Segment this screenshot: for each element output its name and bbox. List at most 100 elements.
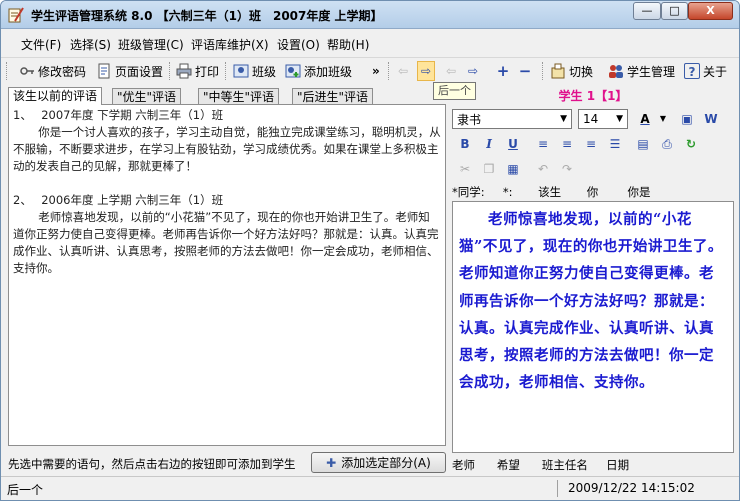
change-password-label: 修改密码	[38, 64, 87, 79]
chevron-down-icon: ▼	[616, 114, 623, 124]
close-button[interactable]: X	[688, 2, 733, 20]
toolbar-grip[interactable]	[6, 62, 9, 80]
tab-excellent-student[interactable]: "优生"评语	[112, 88, 182, 105]
comment-tabs: 该生以前的评语 "优生"评语 "中等生"评语 "后进生"评语	[8, 87, 448, 105]
toolbar-separator	[225, 62, 228, 80]
status-bar: 后一个 2009/12/22 14:15:02	[1, 476, 739, 500]
print-label: 打印	[195, 64, 220, 79]
maximize-button[interactable]: □	[661, 2, 688, 20]
selection-hint: 先选中需要的语句，然后点击右边的按钮即可添加到学生	[8, 457, 296, 471]
font-name-select[interactable]: 隶书 ▼	[452, 109, 572, 129]
font-name-value: 隶书	[457, 112, 482, 127]
previous-student-button[interactable]: ⇦	[443, 61, 462, 81]
next-button[interactable]: ⇨	[417, 61, 435, 81]
menu-select[interactable]: 选择(S)	[70, 36, 111, 53]
comment-entry-text[interactable]: 老师惊喜地发现，以前的“小花猫”不见了，现在的你也开始讲卫生了。老师知道你正努力…	[13, 209, 441, 277]
word-export-icon[interactable]: W	[700, 109, 722, 129]
align-center-icon[interactable]: ≡	[556, 134, 578, 154]
font-color-button[interactable]: A	[634, 109, 656, 129]
class-label: 班级	[252, 64, 277, 79]
key-icon	[19, 63, 35, 79]
previous-button[interactable]: ⇦	[395, 61, 414, 81]
status-message: 后一个	[7, 483, 44, 497]
chevron-down-icon: ▼	[560, 114, 567, 124]
about-label: 关于	[703, 64, 728, 79]
bold-button[interactable]: B	[454, 134, 476, 154]
undo-icon[interactable]: ↶	[532, 159, 554, 179]
arrow-left-icon: ⇦	[397, 64, 409, 78]
tab-average-student[interactable]: "中等生"评语	[198, 88, 280, 105]
help-icon: ?	[684, 63, 700, 79]
comment-editor[interactable]: 老师惊喜地发现，以前的“小花猫”不见了，现在的你也开始讲卫生了。老师知道你正努力…	[452, 201, 734, 453]
comment-entry-text[interactable]: 你是一个讨人喜欢的孩子，学习主动自觉，能独立完成课堂练习，聪明机灵，从不服输，不…	[13, 124, 441, 175]
tab-previous-comments[interactable]: 该生以前的评语	[8, 87, 103, 105]
student-management-label: 学生管理	[627, 64, 676, 79]
class-icon	[233, 63, 249, 79]
italic-button[interactable]: I	[478, 134, 500, 154]
align-right-icon[interactable]: ≡	[580, 134, 602, 154]
paste-icon[interactable]: ▦	[502, 159, 524, 179]
toolbar-overflow-button[interactable]: »	[372, 61, 380, 81]
toolbar-separator	[542, 62, 545, 80]
student-management-button[interactable]: 学生管理	[608, 61, 675, 81]
format-toolbar: B I U ≡ ≡ ≡ ☰ ▤ ⎙ ↻	[452, 132, 734, 156]
minus-icon: −	[518, 62, 532, 80]
picture-icon[interactable]: ▣	[676, 109, 698, 129]
title-bar: 学生评语管理系统 8.0 【六制三年（1）班 2007年度 上学期】 — □ X	[1, 1, 739, 29]
font-toolbar: 隶书 ▼ 14 ▼ A ▼ ▣ W	[452, 107, 734, 131]
chevron-down-icon[interactable]: ▼	[658, 109, 668, 129]
font-size-value: 14	[583, 112, 599, 126]
toolbar-grip[interactable]	[388, 62, 391, 80]
add-class-icon	[285, 63, 301, 79]
add-selection-bar: 先选中需要的语句，然后点击右边的按钮即可添加到学生 ✚ 添加选定部分(A)	[8, 452, 448, 474]
align-left-icon[interactable]: ≡	[532, 134, 554, 154]
switch-icon	[550, 63, 566, 79]
refresh-icon[interactable]: ↻	[680, 134, 702, 154]
class-button[interactable]: 班级	[233, 61, 276, 81]
next-student-button[interactable]: ⇨	[465, 61, 484, 81]
switch-label: 切换	[569, 64, 594, 79]
menu-file[interactable]: 文件(F)	[21, 36, 61, 53]
print-button[interactable]: 打印	[176, 61, 219, 81]
page-setup-label: 页面设置	[115, 64, 164, 79]
plus-icon: ✚	[326, 455, 337, 470]
toolbar-separator	[169, 62, 172, 80]
add-class-button[interactable]: 添加班级	[285, 61, 352, 81]
arrow-left-icon: ⇦	[445, 64, 457, 78]
copy-icon[interactable]: ❐	[478, 159, 500, 179]
toolbar: 修改密码 页面设置 打印 班级 添加班级 » ⇦ ⇨ ⇦ ⇨ + − 切换 学生…	[1, 57, 739, 83]
menu-bar: 文件(F) 选择(S) 班级管理(C) 评语库维护(X) 设置(O) 帮助(H)	[1, 33, 739, 55]
add-class-label: 添加班级	[304, 64, 353, 79]
users-icon	[608, 63, 624, 79]
font-size-select[interactable]: 14 ▼	[578, 109, 628, 129]
add-button[interactable]: +	[495, 61, 514, 81]
status-datetime: 2009/12/22 14:15:02	[568, 481, 695, 495]
placeholder-ruler[interactable]: *同学: *: 该生 你 你是	[452, 184, 734, 200]
printer-icon[interactable]: ⎙	[656, 134, 678, 154]
menu-comment-library[interactable]: 评语库维护(X)	[191, 36, 269, 53]
menu-help[interactable]: 帮助(H)	[327, 36, 369, 53]
switch-button[interactable]: 切换	[550, 61, 593, 81]
printer-icon	[176, 63, 192, 79]
tab-struggling-student[interactable]: "后进生"评语	[292, 88, 374, 105]
previous-comments-text[interactable]: 1、 2007年度 下学期 六制三年（1）班 你是一个讨人喜欢的孩子，学习主动自…	[8, 104, 446, 446]
page-setup-button[interactable]: 页面设置	[96, 61, 163, 81]
menu-class-management[interactable]: 班级管理(C)	[118, 36, 184, 53]
add-selected-button[interactable]: ✚ 添加选定部分(A)	[311, 452, 446, 473]
menu-settings[interactable]: 设置(O)	[277, 36, 320, 53]
underline-button[interactable]: U	[502, 134, 524, 154]
about-button[interactable]: ? 关于	[684, 61, 727, 81]
window-title: 学生评语管理系统 8.0 【六制三年（1）班 2007年度 上学期】	[31, 9, 383, 23]
add-selected-label: 添加选定部分(A)	[341, 456, 431, 470]
change-password-button[interactable]: 修改密码	[19, 61, 86, 81]
remove-button[interactable]: −	[517, 61, 536, 81]
save-icon[interactable]: ▤	[632, 134, 654, 154]
placeholder-footer[interactable]: 老师 希望 班主任名 日期	[452, 457, 734, 473]
comment-entry-heading: 1、 2007年度 下学期 六制三年（1）班	[13, 108, 224, 122]
redo-icon[interactable]: ↷	[556, 159, 578, 179]
page-setup-icon	[96, 63, 112, 79]
minimize-button[interactable]: —	[633, 2, 661, 20]
bullet-list-icon[interactable]: ☰	[604, 134, 626, 154]
cut-icon[interactable]: ✂	[454, 159, 476, 179]
arrow-right-icon: ⇨	[420, 64, 432, 78]
